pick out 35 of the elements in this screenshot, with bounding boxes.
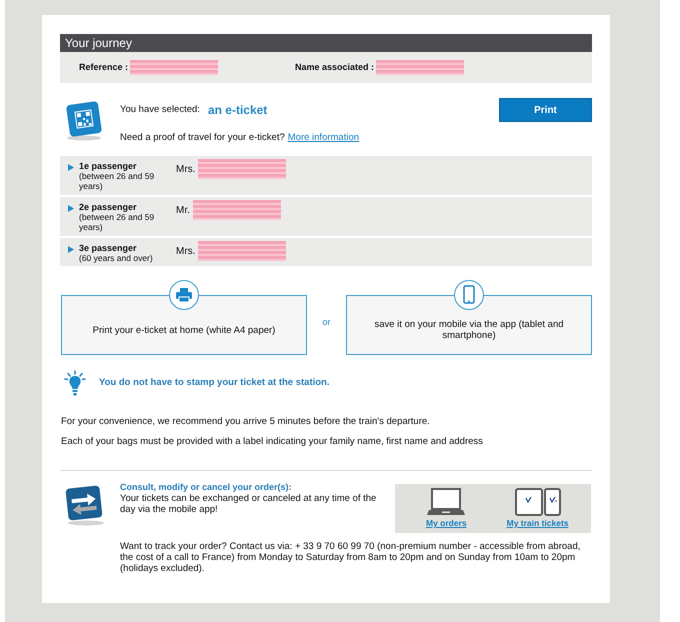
triangle-icon bbox=[68, 246, 74, 253]
order-help-title: Consult, modify or cancel your order(s): bbox=[120, 482, 293, 493]
passenger-age-range: (60 years and over) bbox=[79, 253, 154, 263]
field-label: Reference : bbox=[79, 60, 128, 74]
contact-text: Want to track your order? Contact us via: + 33 9 70 60 99 70 (non-premium number - accessible from abroad, the cost of a call to France) from Monday to Saturday from 8am to 20pm and on Sunday from 10am to 20pm (holidays excluded). bbox=[120, 541, 582, 574]
print-button[interactable]: Print bbox=[499, 98, 592, 122]
proof-question: Need a proof of travel for your e-ticket? bbox=[120, 131, 285, 145]
option-text: Print your e-ticket at home (white A4 paper) bbox=[92, 324, 276, 336]
passenger-age-range: (between 26 and 59 years) bbox=[79, 171, 156, 191]
app-link[interactable]: My orders bbox=[426, 518, 467, 529]
option-text: save it on your mobile via the app (tablet and smartphone) bbox=[373, 319, 565, 341]
triangle-icon bbox=[68, 164, 74, 171]
more-information-link[interactable]: More information bbox=[288, 131, 360, 146]
section-header: Your journey bbox=[60, 34, 592, 52]
triangle-icon bbox=[68, 205, 74, 212]
tip-text: You do not have to stamp your ticket at the station. bbox=[99, 376, 330, 390]
laptop-icon bbox=[427, 488, 466, 516]
passenger-label: 3e passenger bbox=[79, 243, 138, 253]
passenger-label: 1e passenger bbox=[79, 161, 138, 171]
field-label: Name associated : bbox=[295, 60, 374, 74]
passenger-age-range: (between 26 and 59 years) bbox=[79, 212, 156, 232]
note-text: For your convenience, we recommend you arrive 5 minutes before the train's departure. bbox=[61, 416, 431, 427]
selected-ticket-type: an e-ticket bbox=[208, 102, 268, 119]
separator-text: or bbox=[322, 316, 330, 329]
selection-label: You have selected: bbox=[120, 102, 200, 117]
tablet-phone-icon bbox=[514, 488, 561, 516]
passenger-title: Mrs. bbox=[176, 162, 196, 176]
passenger-title: Mr. bbox=[176, 204, 190, 218]
lightbulb-icon bbox=[64, 370, 86, 396]
note-text: Each of your bags must be provided with a label indicating your family name, first name and address bbox=[61, 436, 484, 447]
passenger-label: 2e passenger bbox=[79, 202, 138, 212]
qr-code-icon bbox=[64, 101, 104, 141]
app-link[interactable]: My train tickets bbox=[506, 518, 569, 529]
passenger-title: Mrs. bbox=[176, 244, 196, 258]
order-help-text: Your tickets can be exchanged or canceled at any time of the day via the mobile app! bbox=[120, 493, 378, 515]
